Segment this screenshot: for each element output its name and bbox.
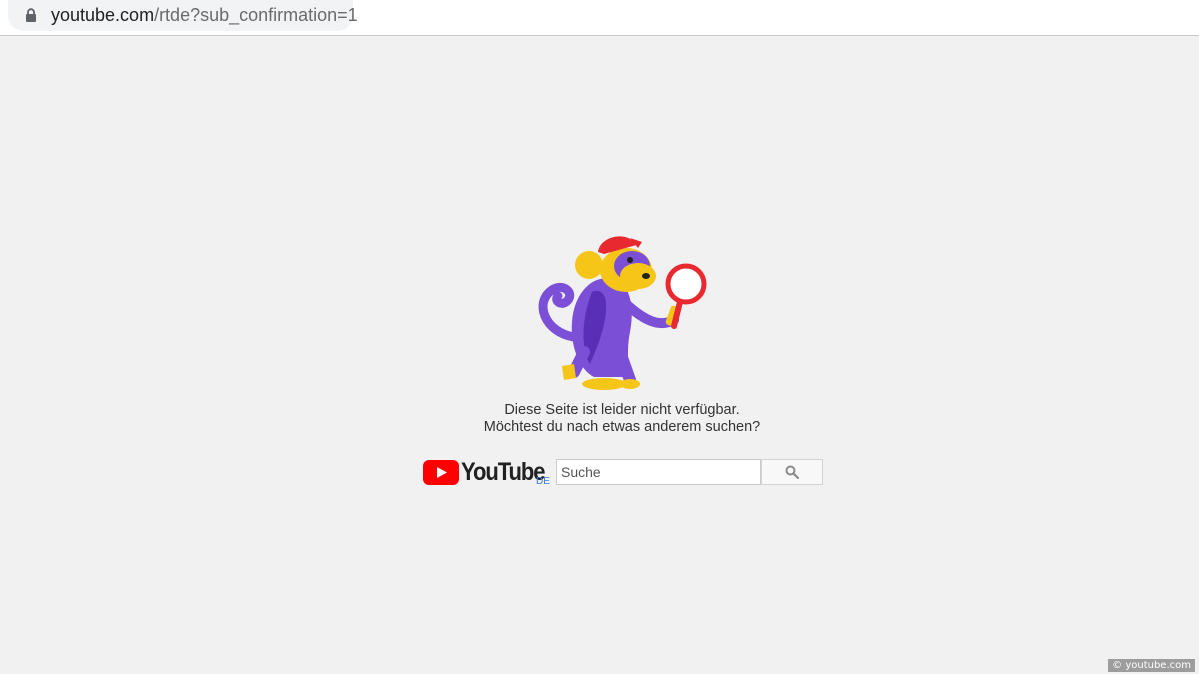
url-domain: youtube.com: [51, 5, 155, 25]
search-row: YouTube DE: [423, 457, 823, 487]
youtube-play-icon[interactable]: [423, 460, 459, 485]
monkey-illustration: [538, 236, 707, 390]
search-input[interactable]: [556, 459, 761, 485]
browser-address-bar[interactable]: youtube.com/rtde?sub_confirmation=1: [0, 0, 1199, 36]
youtube-wordmark[interactable]: YouTube: [461, 457, 546, 487]
copyright-credit: © youtube.com: [1108, 659, 1195, 672]
search-icon: [785, 465, 799, 479]
error-message: Diese Seite ist leider nicht verfügbar. …: [400, 402, 844, 436]
error-line-1: Diese Seite ist leider nicht verfügbar.: [504, 402, 740, 418]
lock-icon[interactable]: [25, 8, 37, 22]
url-path: /rtde?sub_confirmation=1: [154, 5, 358, 25]
url-text[interactable]: youtube.com/rtde?sub_confirmation=1: [51, 4, 358, 26]
country-code: DE: [536, 476, 550, 487]
search-button[interactable]: [761, 459, 823, 485]
error-line-2: Möchtest du nach etwas anderem suchen?: [483, 419, 761, 435]
